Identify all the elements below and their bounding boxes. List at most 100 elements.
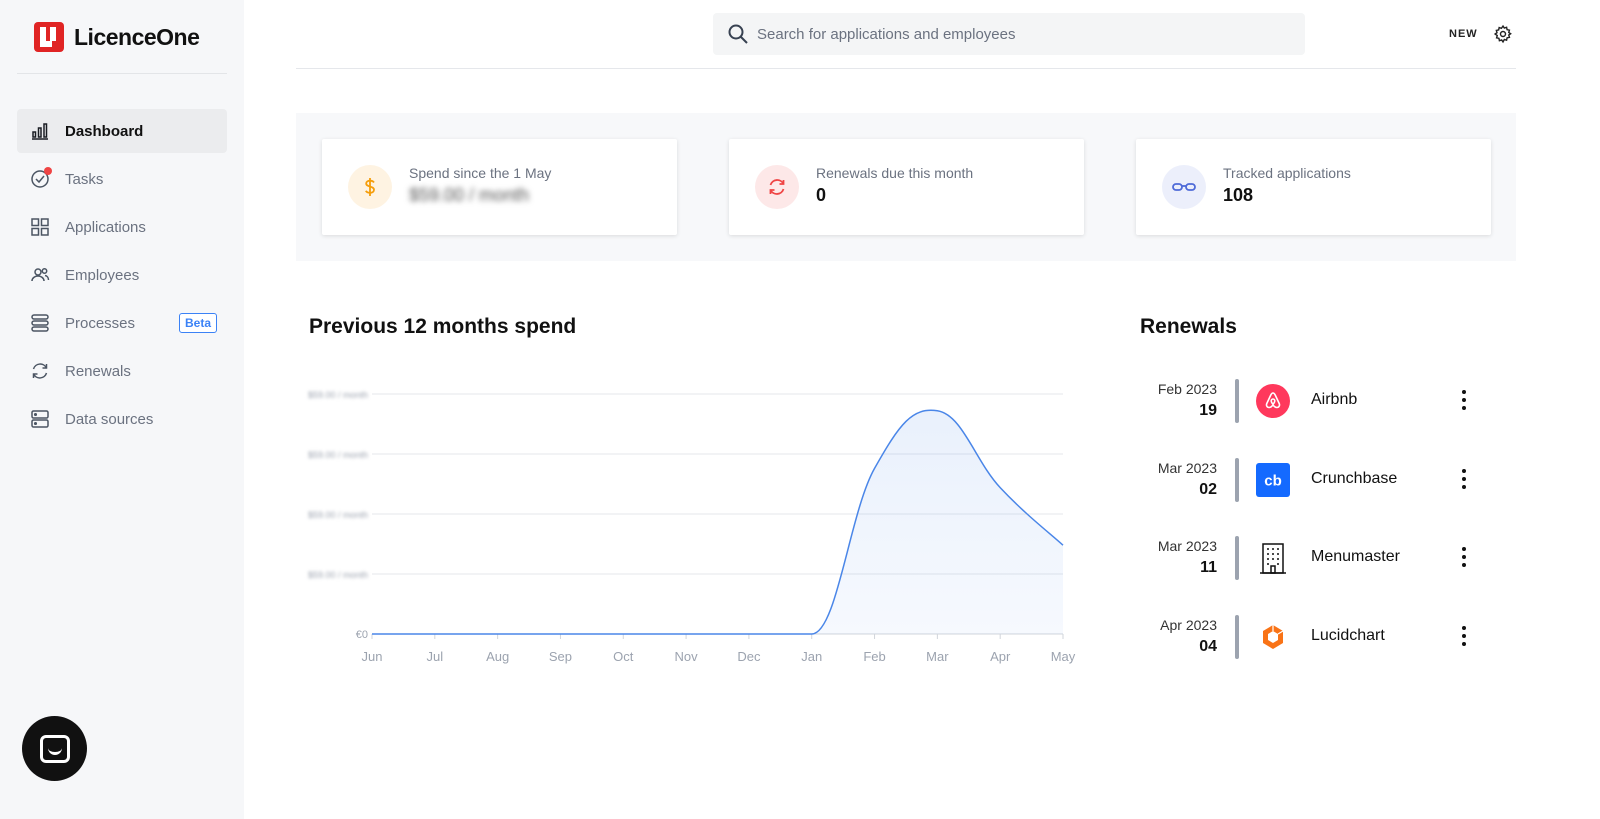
renewal-row[interactable]: Apr 2023 04 Lucidchart (1140, 607, 1490, 686)
chart-x-tick-label: Jul (427, 649, 444, 664)
stats-panel: Spend since the 1 May $59.00 / month Ren… (296, 113, 1516, 261)
renewal-day: 11 (1200, 559, 1217, 576)
sidebar-item-data-sources[interactable]: Data sources (17, 397, 227, 441)
renewal-row[interactable]: Feb 2023 19 Airbnb (1140, 371, 1490, 450)
licenceone-logo-icon (34, 22, 64, 52)
sidebar-nav: Dashboard Tasks Applications Employees P… (17, 109, 227, 445)
chart-y-tick-label: $59.00 / month (308, 390, 368, 400)
stat-value: 0 (816, 185, 827, 205)
more-options-icon[interactable] (1458, 624, 1470, 648)
beta-badge: Beta (178, 313, 217, 333)
renewal-row[interactable]: Mar 2023 11 Menumaster (1140, 528, 1490, 607)
lucidchart-logo-icon (1256, 620, 1290, 654)
renewal-month: Mar 2023 (1157, 538, 1217, 554)
stat-label: Tracked applications (1223, 165, 1351, 181)
stat-card-renewals[interactable]: Renewals due this month 0 (729, 139, 1084, 235)
sidebar-item-employees[interactable]: Employees (17, 253, 227, 297)
sidebar-item-label: Processes (65, 314, 136, 332)
chat-launcher-button[interactable] (22, 716, 87, 781)
sidebar-item-tasks[interactable]: Tasks (17, 157, 227, 201)
chart-x-tick-label: Nov (675, 649, 699, 664)
stat-label: Renewals due this month (816, 165, 974, 181)
app-logo[interactable]: LicenceOne (34, 22, 200, 52)
renewal-app-name[interactable]: Lucidchart (1311, 627, 1385, 645)
app-name: LicenceOne (74, 23, 200, 50)
airbnb-logo-icon (1256, 384, 1290, 418)
more-options-icon[interactable] (1458, 467, 1470, 491)
sidebar-item-renewals[interactable]: Renewals (17, 349, 227, 393)
stat-value: 108 (1223, 185, 1254, 205)
renewal-divider (1235, 536, 1239, 580)
renewal-divider (1235, 379, 1239, 423)
renewal-app-name[interactable]: Airbnb (1311, 391, 1357, 409)
chart-x-tick-label: Jun (362, 649, 383, 664)
sidebar-item-applications[interactable]: Applications (17, 205, 227, 249)
bar-chart-icon (29, 120, 51, 142)
renewal-month: Mar 2023 (1157, 459, 1217, 476)
renewal-row[interactable]: Mar 2023 02 cb Crunchbase (1140, 450, 1490, 529)
renewal-day: 04 (1199, 637, 1217, 655)
chart-x-tick-label: Dec (737, 649, 761, 664)
sidebar-divider (17, 73, 227, 74)
glasses-icon (1162, 165, 1206, 209)
chart-x-tick-label: Sep (549, 649, 572, 664)
search-input[interactable] (757, 25, 1277, 43)
renewals-title: Renewals (1140, 315, 1237, 338)
sidebar-item-label: Tasks (65, 170, 104, 188)
chart-title: Previous 12 months spend (309, 315, 577, 338)
stat-card-spend[interactable]: Spend since the 1 May $59.00 / month (322, 139, 677, 235)
spend-chart: $59.00 / month $59.00 / month $59.00 / mon… (308, 390, 1076, 664)
sidebar: LicenceOne Dashboard Tasks Applications (0, 0, 244, 819)
renewal-app-name[interactable]: Menumaster (1311, 548, 1400, 566)
new-button[interactable]: NEW (1449, 28, 1478, 40)
renewal-month: Feb 2023 (1157, 381, 1217, 397)
stat-card-tracked-apps[interactable]: Tracked applications 108 (1136, 139, 1491, 235)
process-icon (29, 312, 51, 334)
chart-x-tick-label: Apr (990, 649, 1011, 664)
renewal-day: 02 (1199, 480, 1217, 498)
chat-icon (39, 734, 70, 763)
more-options-icon[interactable] (1458, 388, 1470, 412)
header-divider (296, 68, 1516, 69)
search-bar[interactable] (713, 13, 1305, 55)
chart-y-tick-label: €0 (356, 629, 368, 641)
dollar-icon (348, 165, 392, 209)
chart-x-tick-label: Feb (863, 649, 885, 664)
sidebar-item-dashboard[interactable]: Dashboard (17, 109, 227, 153)
chart-x-tick-label: May (1051, 649, 1076, 664)
chart-y-tick-label: $59.00 / month (308, 570, 368, 580)
stat-value: $59.00 / month (409, 185, 530, 205)
sidebar-item-label: Dashboard (65, 122, 144, 140)
refresh-icon (29, 360, 51, 382)
sidebar-item-processes[interactable]: Processes Beta (17, 301, 227, 345)
renewals-list: Feb 2023 19 Airbnb Mar 2023 02 cb Crunch… (1140, 371, 1490, 685)
building-icon (1256, 541, 1290, 575)
search-icon (728, 24, 748, 44)
gear-icon[interactable] (1493, 24, 1513, 44)
refresh-icon (755, 165, 799, 209)
server-icon (29, 408, 51, 430)
users-icon (29, 264, 51, 286)
sidebar-item-label: Renewals (65, 362, 131, 380)
chart-x-tick-label: Jan (801, 649, 822, 664)
sidebar-item-label: Employees (65, 266, 140, 284)
notification-dot (44, 167, 52, 175)
svg-text:cb: cb (1264, 472, 1282, 489)
more-options-icon[interactable] (1458, 545, 1470, 569)
renewal-divider (1235, 614, 1239, 659)
renewal-day: 19 (1199, 402, 1217, 419)
chart-y-tick-label: $59.00 / month (308, 450, 368, 460)
crunchbase-logo-icon: cb (1256, 462, 1290, 497)
chart-y-tick-label: $59.00 / month (308, 510, 368, 520)
renewal-month: Apr 2023 (1160, 616, 1217, 633)
check-circle-icon (29, 167, 52, 190)
sidebar-item-label: Applications (65, 218, 146, 236)
chart-area (372, 410, 1063, 634)
chart-x-tick-label: Mar (926, 649, 949, 664)
grid-icon (29, 216, 51, 238)
stat-label: Spend since the 1 May (409, 165, 552, 181)
chart-x-tick-label: Aug (486, 649, 509, 664)
renewal-app-name[interactable]: Crunchbase (1311, 470, 1397, 488)
chart-x-tick-label: Oct (613, 649, 634, 664)
sidebar-item-label: Data sources (65, 410, 154, 428)
